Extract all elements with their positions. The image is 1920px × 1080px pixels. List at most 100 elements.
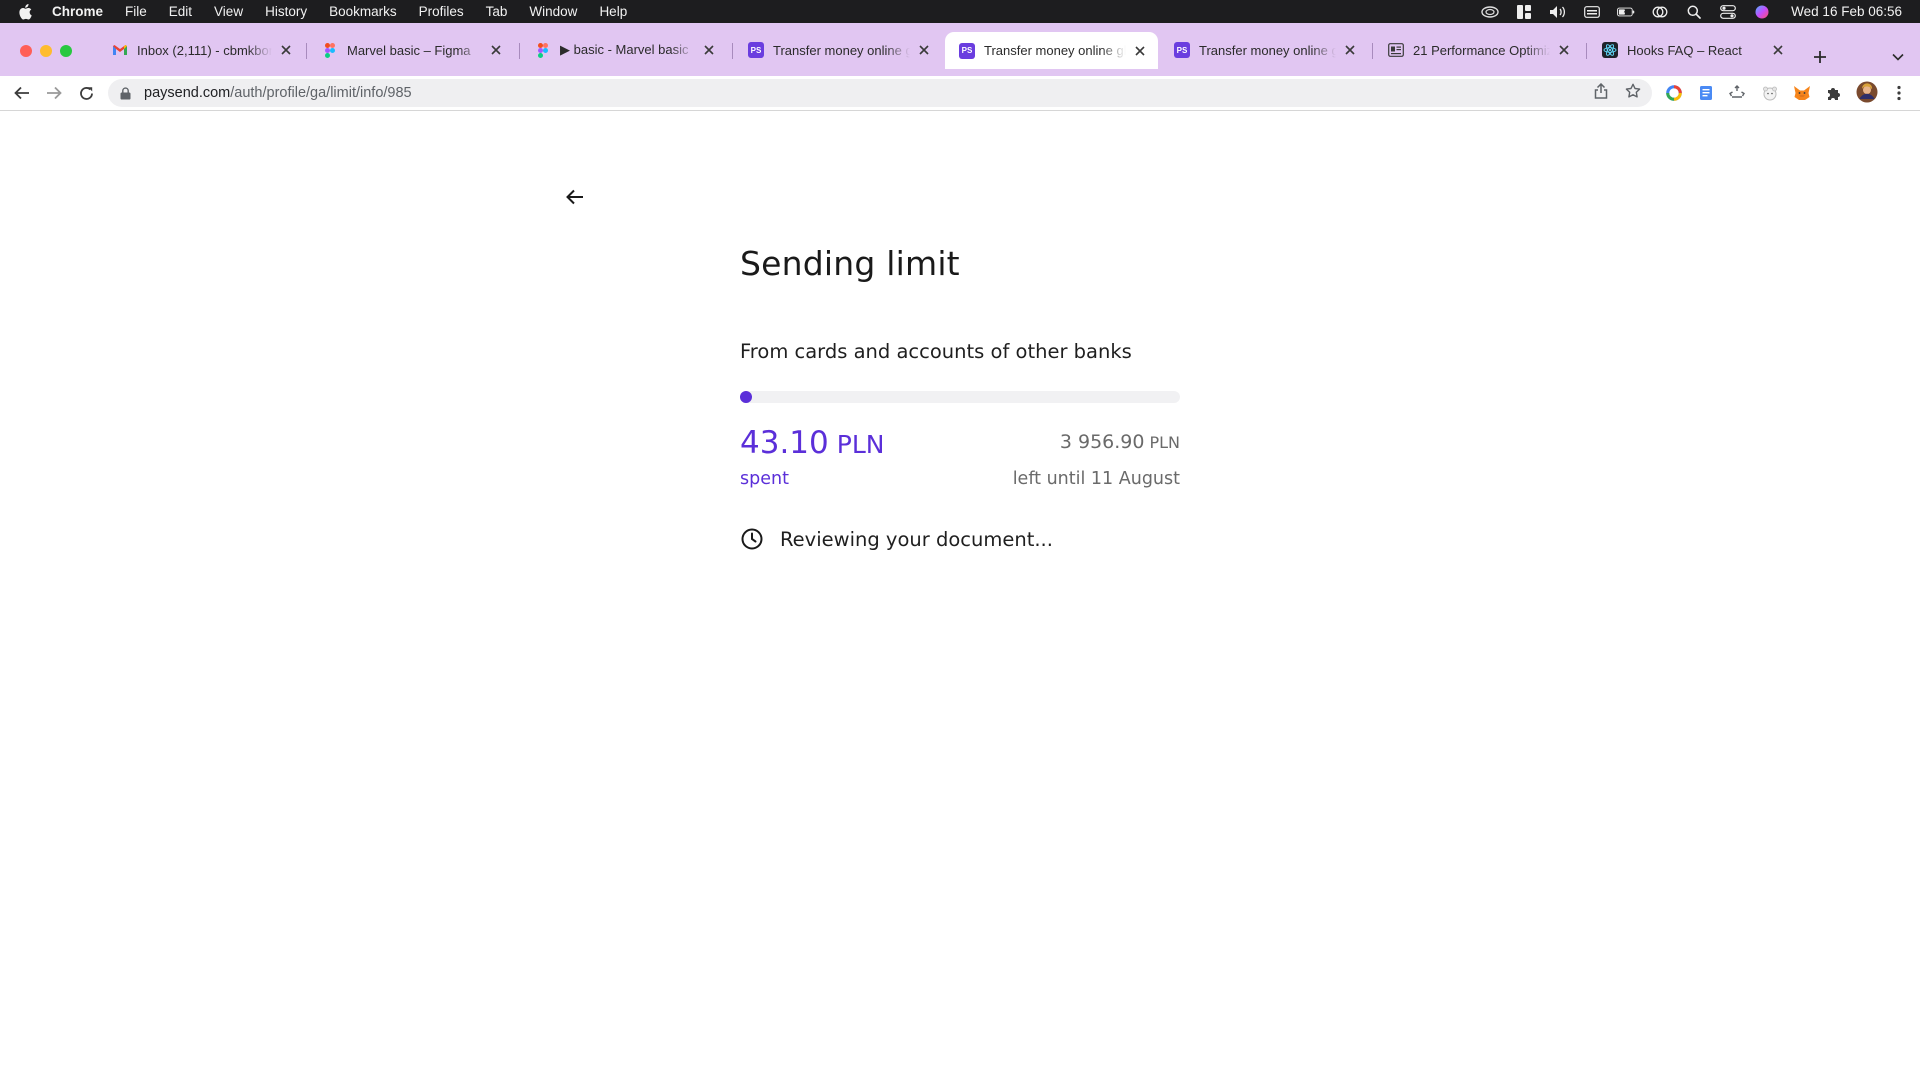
back-arrow-icon[interactable] (562, 184, 588, 210)
page-content: Sending limit From cards and accounts of… (0, 111, 1920, 1080)
keyboard-input-icon[interactable] (1583, 5, 1601, 19)
browser-toolbar: paysend.com/auth/profile/ga/limit/info/9… (0, 76, 1920, 111)
tab-separator (519, 43, 520, 59)
close-tab-icon[interactable] (701, 42, 717, 58)
menu-chrome[interactable]: Chrome (52, 4, 103, 19)
menu-file[interactable]: File (125, 4, 147, 19)
close-window-button[interactable] (20, 45, 32, 57)
paysend-icon: PS (959, 42, 975, 59)
tab-title: Inbox (2,111) - cbmkbonifa (137, 42, 272, 58)
figma-icon (322, 42, 338, 58)
limit-progress-fill (740, 391, 752, 403)
tab-separator (1586, 43, 1587, 59)
bookmark-star-icon[interactable] (1624, 82, 1642, 100)
menubar-clock[interactable]: Wed 16 Feb 06:56 (1791, 4, 1902, 19)
menu-window[interactable]: Window (529, 4, 577, 19)
tab-title: Transfer money online glob (1199, 42, 1336, 58)
limit-progress-bar (740, 391, 1180, 403)
tab-paysend-2[interactable]: PS Transfer money online glob (1160, 32, 1368, 68)
new-tab-button[interactable] (1808, 45, 1832, 69)
status-text: Reviewing your document... (780, 527, 1053, 551)
tab-separator (306, 43, 307, 59)
tab-performance-article[interactable]: 21 Performance Optimizati (1374, 32, 1582, 68)
paysend-icon: PS (748, 42, 764, 58)
tab-separator (732, 43, 733, 59)
battery-icon[interactable] (1617, 5, 1635, 19)
close-tab-icon[interactable] (1556, 42, 1572, 58)
window-controls (20, 45, 72, 57)
reload-icon[interactable] (75, 82, 97, 104)
menu-bookmarks[interactable]: Bookmarks (329, 4, 397, 19)
close-tab-icon[interactable] (1132, 43, 1148, 59)
tab-title: Transfer money online glob (984, 43, 1126, 58)
address-url[interactable]: paysend.com/auth/profile/ga/limit/info/9… (144, 85, 412, 101)
extensions-puzzle-icon[interactable] (1825, 84, 1843, 102)
remaining-amount: 3 956.90 PLN (1060, 431, 1180, 453)
control-center-icon[interactable] (1719, 4, 1737, 19)
back-icon[interactable] (11, 82, 33, 104)
forward-icon[interactable] (43, 82, 65, 104)
menu-help[interactable]: Help (599, 4, 627, 19)
tab-inbox[interactable]: Inbox (2,111) - cbmkbonifa (98, 32, 304, 68)
page-title: Sending limit (740, 244, 960, 283)
remaining-amount-value: 3 956.90 (1059, 431, 1145, 453)
spotlight-search-icon[interactable] (1685, 5, 1703, 19)
menu-history[interactable]: History (265, 4, 307, 19)
lock-icon[interactable] (120, 86, 134, 100)
minimize-window-button[interactable] (40, 45, 52, 57)
tab-paysend-active[interactable]: PS Transfer money online glob (945, 32, 1158, 69)
tab-react-hooks[interactable]: Hooks FAQ – React (1588, 32, 1796, 68)
tab-separator (1372, 43, 1373, 59)
remaining-label: left until 11 August (1012, 469, 1180, 489)
tab-marvel-prototype[interactable]: ▶ basic - Marvel basic (521, 32, 727, 68)
tab-title: Hooks FAQ – React (1627, 42, 1742, 58)
bear-extension-icon[interactable] (1761, 84, 1779, 102)
spent-currency: PLN (836, 430, 885, 459)
chrome-menu-icon[interactable] (1890, 84, 1908, 102)
tab-title: Marvel basic – Figma (347, 42, 471, 58)
article-icon (1388, 42, 1404, 58)
address-bar[interactable]: paysend.com/auth/profile/ga/limit/info/9… (108, 79, 1652, 107)
remaining-currency: PLN (1149, 433, 1180, 452)
tab-title: Transfer money online glob (773, 42, 910, 58)
spent-amount-value: 43.10 (740, 425, 829, 461)
document-review-status: Reviewing your document... (740, 527, 1053, 551)
tab-title: ▶ basic - Marvel basic (560, 42, 689, 57)
close-tab-icon[interactable] (916, 42, 932, 58)
close-tab-icon[interactable] (488, 42, 504, 58)
menu-tab[interactable]: Tab (486, 4, 508, 19)
macos-menu-bar: Chrome File Edit View History Bookmarks … (0, 0, 1920, 23)
recycle-extension-icon[interactable] (1728, 84, 1746, 102)
profile-avatar[interactable] (1856, 81, 1878, 103)
close-tab-icon[interactable] (1342, 42, 1358, 58)
gmail-icon (112, 42, 128, 58)
menu-edit[interactable]: Edit (169, 4, 192, 19)
clock-icon (740, 527, 764, 551)
apple-icon[interactable] (18, 3, 36, 20)
layout-app-icon[interactable] (1515, 4, 1533, 19)
zoom-window-button[interactable] (60, 45, 72, 57)
tab-figma[interactable]: Marvel basic – Figma (308, 32, 514, 68)
url-host: paysend.com (144, 85, 231, 101)
browser-tab-strip: Inbox (2,111) - cbmkbonifa Marvel basic … (0, 23, 1920, 76)
creative-cloud-icon[interactable] (1481, 5, 1499, 19)
spent-amount: 43.10 PLN (740, 425, 884, 461)
paysend-icon: PS (1174, 42, 1190, 58)
close-tab-icon[interactable] (278, 42, 294, 58)
share-icon[interactable] (1592, 82, 1610, 100)
url-path: /auth/profile/ga/limit/info/985 (230, 85, 412, 101)
metamask-fox-icon[interactable] (1793, 84, 1811, 102)
limit-source-subtitle: From cards and accounts of other banks (740, 340, 1132, 363)
siri-icon[interactable] (1753, 5, 1771, 19)
screen-mirroring-icon[interactable] (1651, 5, 1669, 19)
spent-label: spent (740, 469, 789, 489)
color-picker-extension-icon[interactable] (1665, 84, 1683, 102)
docs-extension-icon[interactable] (1697, 84, 1715, 102)
menu-view[interactable]: View (214, 4, 243, 19)
tab-search-chevron-icon[interactable] (1886, 45, 1910, 69)
react-icon (1602, 42, 1618, 58)
tab-paysend-1[interactable]: PS Transfer money online glob (734, 32, 942, 68)
volume-icon[interactable] (1549, 5, 1567, 19)
menu-profiles[interactable]: Profiles (419, 4, 464, 19)
close-tab-icon[interactable] (1770, 42, 1786, 58)
